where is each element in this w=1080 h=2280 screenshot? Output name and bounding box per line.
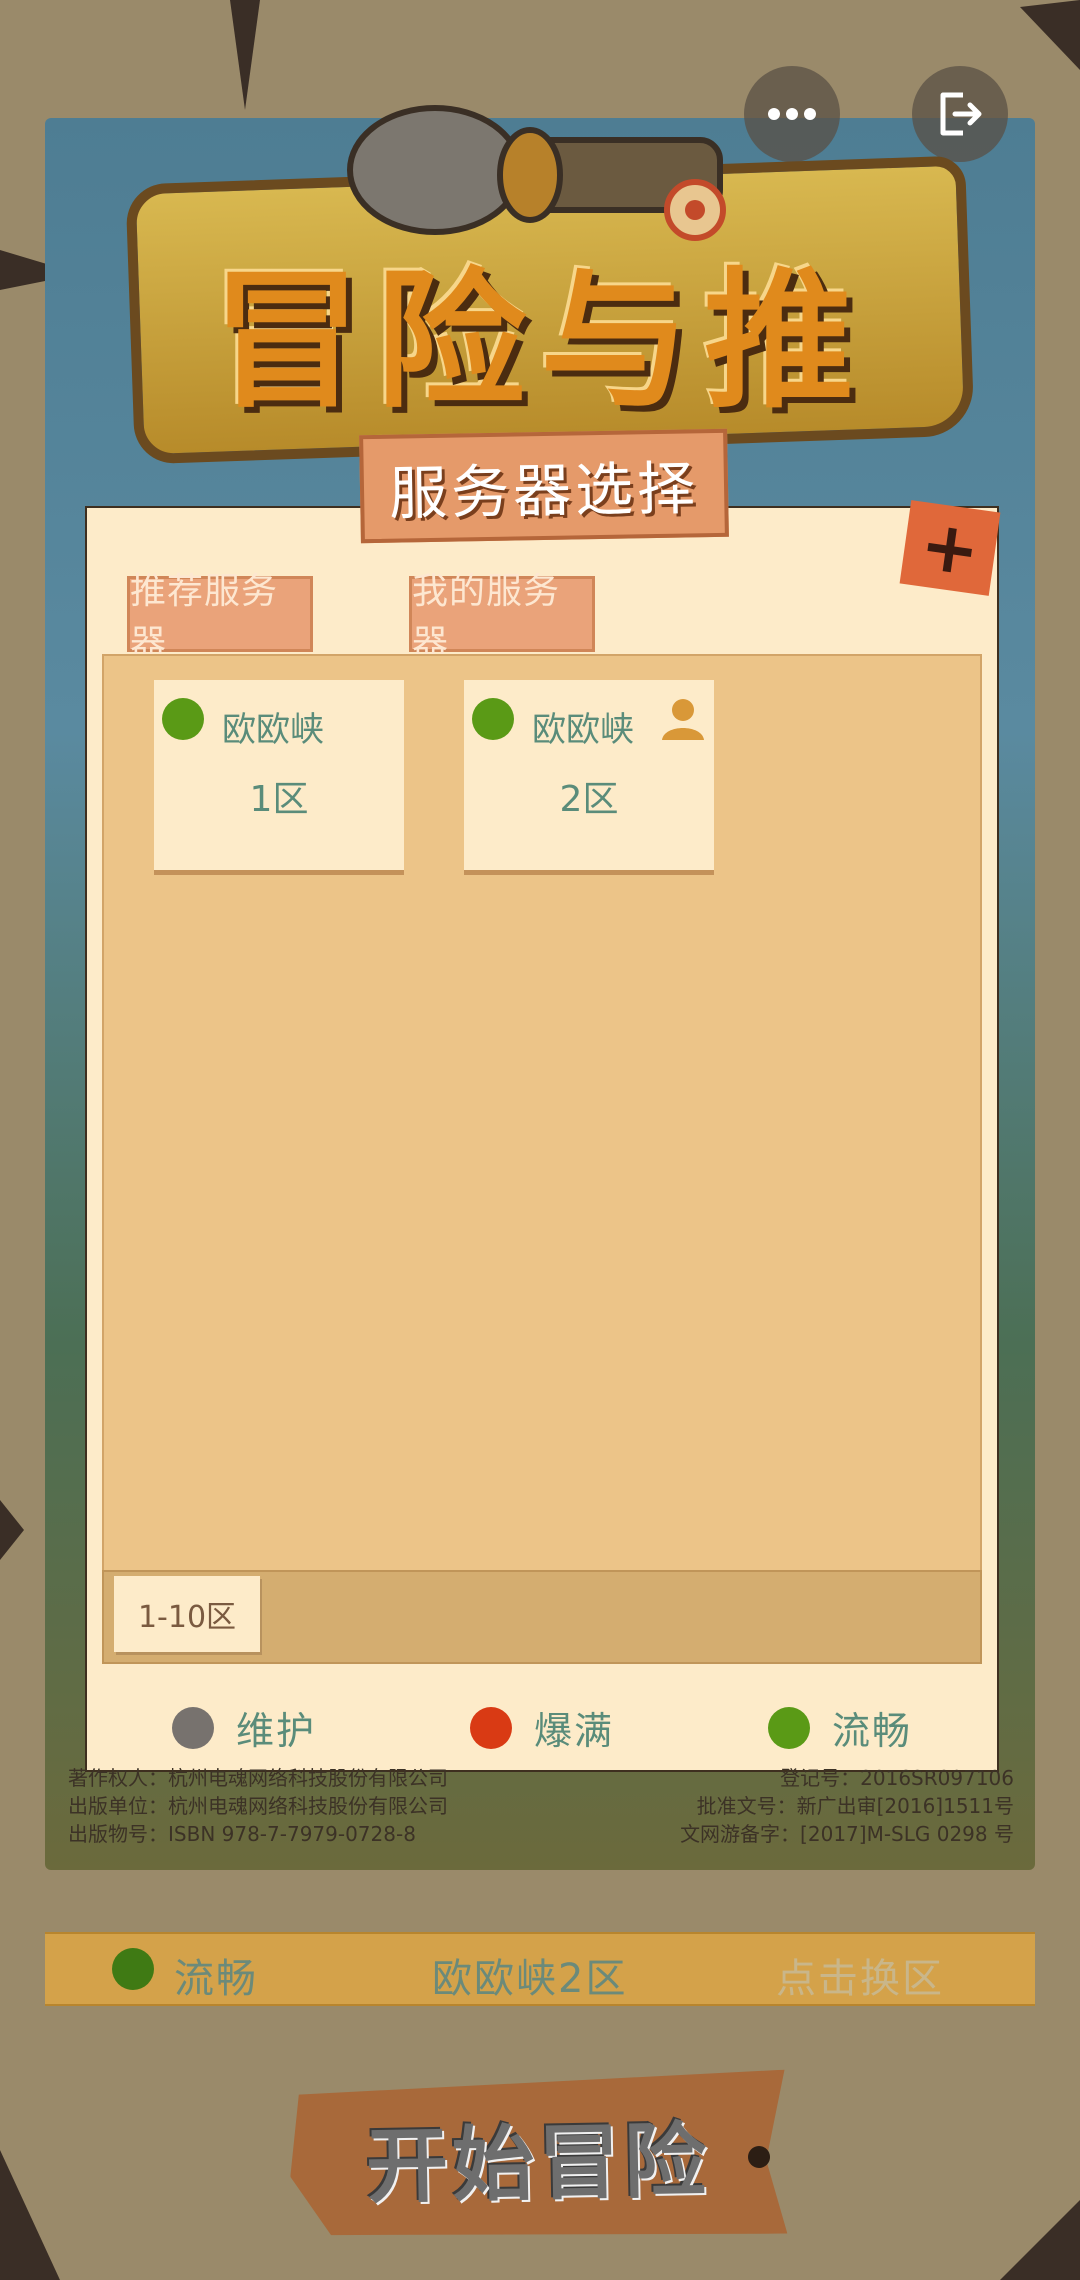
legend-full: 爆满 bbox=[470, 1700, 614, 1755]
legend-dot bbox=[768, 1706, 810, 1749]
legend-maintenance: 维护 bbox=[172, 1700, 316, 1755]
panel-title: 服务器选择 bbox=[388, 454, 700, 528]
server-card[interactable]: 欧欧峡 2区 bbox=[464, 680, 714, 870]
background-shard bbox=[1020, 0, 1080, 70]
current-server-name: 欧欧峡2区 bbox=[432, 1956, 628, 2002]
current-server-status-dot bbox=[112, 1948, 154, 1990]
legend-dot bbox=[470, 1706, 512, 1749]
server-zone: 2区 bbox=[559, 779, 619, 820]
game-logo: 冒险与推图 bbox=[125, 100, 975, 642]
tab-recommended-servers[interactable]: 推荐服务器 bbox=[127, 571, 313, 664]
server-status-dot bbox=[162, 698, 204, 740]
isbn: 出版物号：ISBN 978-7-7979-0728-8 bbox=[68, 1822, 416, 1846]
credits-row: 出版物号：ISBN 978-7-7979-0728-8 文网游备字：[2017]… bbox=[68, 1820, 1014, 1848]
start-adventure-label: 开始冒险 bbox=[365, 2115, 711, 2213]
legend-label: 爆满 bbox=[534, 1709, 615, 1753]
switch-server-link[interactable]: 点击换区 bbox=[776, 1946, 944, 2004]
culture-record: 文网游备字：[2017]M-SLG 0298 号 bbox=[680, 1822, 1014, 1846]
credits-row: 著作权人：杭州电魂网络科技股份有限公司 登记号：2016SR097106 bbox=[68, 1764, 1014, 1792]
server-name: 欧欧峡 bbox=[222, 710, 324, 750]
zone-page-tab[interactable]: 1-10区 bbox=[114, 1576, 260, 1652]
background-shard bbox=[230, 0, 260, 110]
credits: 著作权人：杭州电魂网络科技股份有限公司 登记号：2016SR097106 出版单… bbox=[68, 1764, 1014, 1864]
character-icon bbox=[662, 699, 704, 740]
panel-title-plank: 服务器选择 bbox=[359, 428, 729, 544]
plus-close-icon: + bbox=[915, 503, 985, 593]
legend-label: 维护 bbox=[236, 1709, 317, 1753]
approval-number: 批准文号：新广出审[2016]1511号 bbox=[696, 1794, 1014, 1818]
background-shard bbox=[0, 2150, 60, 2280]
legend-label: 流畅 bbox=[832, 1709, 913, 1753]
current-server-status: 流畅 bbox=[174, 1956, 258, 2002]
publisher: 出版单位：杭州电魂网络科技股份有限公司 bbox=[68, 1794, 448, 1818]
server-zone: 1区 bbox=[249, 779, 309, 820]
background-shard bbox=[0, 1500, 24, 1560]
server-status-dot bbox=[472, 698, 514, 740]
legend-dot bbox=[172, 1706, 214, 1749]
tab-my-servers[interactable]: 我的服务器 bbox=[409, 571, 595, 664]
credits-row: 出版单位：杭州电魂网络科技股份有限公司 批准文号：新广出审[2016]1511号 bbox=[68, 1792, 1014, 1820]
copyright-holder: 著作权人：杭州电魂网络科技股份有限公司 bbox=[68, 1766, 448, 1790]
background-shard bbox=[1000, 2200, 1080, 2280]
legend-smooth: 流畅 bbox=[768, 1700, 912, 1755]
server-card[interactable]: 欧欧峡 1区 bbox=[154, 680, 404, 870]
registration-number: 登记号：2016SR097106 bbox=[780, 1766, 1014, 1790]
server-name: 欧欧峡 bbox=[532, 710, 634, 750]
close-button[interactable]: + bbox=[899, 500, 1001, 596]
nail-icon bbox=[748, 2146, 770, 2168]
start-adventure-button[interactable]: 开始冒险 bbox=[289, 2070, 788, 2243]
